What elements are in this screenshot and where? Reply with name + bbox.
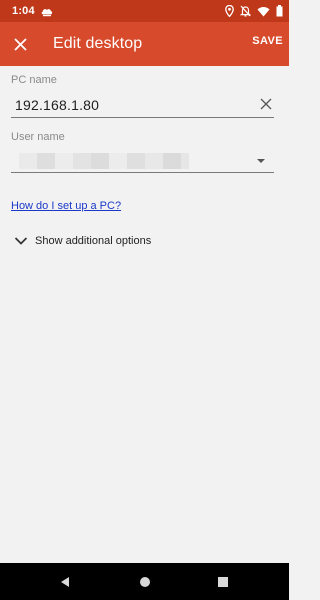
back-icon [61, 577, 69, 587]
location-icon [225, 5, 234, 17]
back-button[interactable] [57, 574, 73, 590]
screen: 1:04 Edit desktop SAVE PC name 192.168.1… [0, 0, 289, 600]
home-button[interactable] [137, 574, 153, 590]
status-icons [225, 4, 283, 18]
notifications-off-icon [240, 5, 251, 17]
user-name-select[interactable] [11, 149, 274, 173]
pc-name-input[interactable]: 192.168.1.80 [11, 92, 274, 118]
pc-name-value[interactable]: 192.168.1.80 [15, 97, 99, 113]
show-additional-options[interactable]: Show additional options [14, 232, 151, 250]
status-bar: 1:04 [0, 0, 289, 22]
user-name-label: User name [11, 131, 65, 143]
user-name-redacted [19, 153, 189, 169]
wifi-icon [257, 6, 270, 17]
clear-icon[interactable] [259, 97, 273, 111]
battery-icon [276, 5, 283, 17]
recents-button[interactable] [215, 574, 231, 590]
cloud-icon [41, 9, 53, 17]
home-icon [140, 577, 150, 587]
show-additional-options-label: Show additional options [35, 235, 152, 247]
close-icon [13, 37, 27, 51]
recents-icon [218, 577, 228, 587]
save-button[interactable]: SAVE [252, 35, 283, 47]
app-bar: Edit desktop SAVE [0, 22, 289, 66]
status-time: 1:04 [12, 5, 35, 17]
pc-name-label: PC name [11, 74, 57, 86]
dropdown-arrow-icon[interactable] [257, 159, 265, 163]
help-link[interactable]: How do I set up a PC? [11, 200, 121, 212]
chevron-down-icon [14, 237, 28, 245]
navigation-bar [0, 563, 289, 600]
close-button[interactable] [6, 30, 34, 58]
page-title: Edit desktop [53, 35, 143, 52]
